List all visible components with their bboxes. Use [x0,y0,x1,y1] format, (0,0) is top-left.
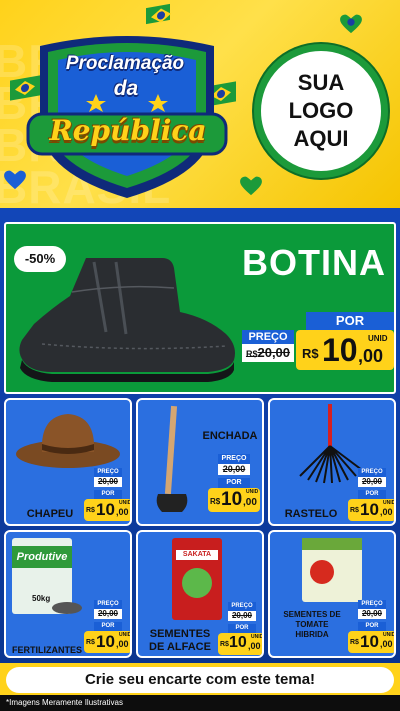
header-banner: BRASIL BRASIL BRASIL BRASIL Proclamação … [0,0,400,208]
new-price: R$ 10 ,00 UNID [84,631,132,653]
logo-text-line: AQUI [293,126,349,151]
brazil-flag-icon [146,3,170,25]
price-tag: PREÇO 20,00 POR R$ 10 ,00 UNID [84,600,132,656]
product-card-rastelo[interactable]: PREÇO 20,00 POR R$ 10 ,00 UNID RASTELO [268,398,396,526]
product-name: RASTELO [284,508,338,520]
new-price: R$ 10 ,00 UNID [84,499,132,521]
por-label: POR [306,312,394,330]
product-name: CHAPEU [26,508,74,520]
heart-flag-icon [240,176,262,196]
old-price: 20,00 [358,609,386,619]
new-price: R$ 10 ,00 UNID [296,330,394,370]
logo-placeholder[interactable]: SUA LOGO AQUI [254,44,388,178]
tomato-seed-packet-image [302,538,362,602]
campaign-title-line3: República [49,114,207,147]
product-name: SEMENTES DE ALFACE [149,628,211,653]
price-tag: PREÇO 20,00 POR R$ 10 ,00 UNID [84,468,132,524]
old-price: 20,00 [228,611,256,621]
old-price: R$20,00 [242,344,294,362]
new-price: R$ 10 ,00 UNID [218,633,262,655]
product-card-fertilizantes[interactable]: Produtive 50kg PREÇO 20,00 POR R$ 10 ,00… [4,530,132,658]
new-price: R$ 10 ,00 UNID [348,499,396,521]
featured-product-card[interactable]: -50% BOTINA PREÇO R$20,00 POR R$ 10 ,00 … [4,222,396,394]
heart-flag-icon [340,14,362,34]
product-name: SEMENTES DE TOMATE HIBRIDA [283,610,341,639]
logo-text-line: LOGO [288,98,354,123]
price-label: PREÇO [94,468,122,477]
price-label: PREÇO [358,468,386,477]
old-price: 20,00 [94,609,122,619]
soil-pile-image [52,602,82,614]
create-flyer-cta[interactable]: Crie seu encarte com este tema! [6,667,394,693]
seed-packet-image: SAKATA [172,538,222,620]
product-name: ENCHADA [202,430,258,442]
por-label: POR [94,622,122,631]
price-label: PREÇO [94,600,122,609]
price-tag: PREÇO 20,00 POR R$ 10 ,00 UNID [218,602,262,656]
price-label: PREÇO [218,454,250,464]
price-tag: PREÇO 20,00 POR R$ 10 ,00 UNID [348,600,396,656]
old-price: 20,00 [94,477,122,487]
disclaimer-text: *Imagens Meramente Ilustrativas [0,695,400,711]
por-label: POR [358,622,386,631]
product-name: FERTILIZANTES [12,645,82,655]
hoe-image [156,405,188,512]
old-price: 20,00 [218,464,250,475]
featured-product-name: BOTINA [242,242,386,283]
discount-badge: -50% [14,246,66,272]
products-area: -50% BOTINA PREÇO R$20,00 POR R$ 10 ,00 … [0,208,400,663]
price-tag: PREÇO 20,00 POR R$ 10 ,00 UNID [208,454,260,516]
campaign-title-line2: da [113,77,139,100]
footer: Crie seu encarte com este tema! *Imagens… [0,663,400,711]
product-card-chapeu[interactable]: PREÇO 20,00 POR R$ 10 ,00 UNID CHAPEU [4,398,132,526]
featured-price-tag: PREÇO R$20,00 POR R$ 10 ,00 UNID [242,312,394,390]
por-label: POR [358,490,386,499]
por-label: POR [228,624,256,633]
product-card-sementes-tomate[interactable]: SEMENTES DE TOMATE HIBRIDA PREÇO 20,00 P… [268,530,396,658]
new-price: R$ 10 ,00 UNID [348,631,396,653]
product-card-enchada[interactable]: ENCHADA PREÇO 20,00 POR R$ 10 ,00 UNID [136,398,264,526]
product-card-sementes-alface[interactable]: SAKATA PREÇO 20,00 POR R$ 10 ,00 UNID SE… [136,530,264,658]
por-label: POR [218,478,250,488]
new-price: R$ 10 ,00 UNID [208,488,260,512]
price-label: PREÇO [358,600,386,609]
old-price: 20,00 [358,477,386,487]
logo-text-line: SUA [297,70,345,95]
price-label: PREÇO [228,602,256,611]
price-tag: PREÇO 20,00 POR R$ 10 ,00 UNID [348,468,396,524]
campaign-title-line1: Proclamação [65,53,185,74]
price-label: PREÇO [242,330,294,344]
por-label: POR [94,490,122,499]
hat-image [16,414,120,468]
